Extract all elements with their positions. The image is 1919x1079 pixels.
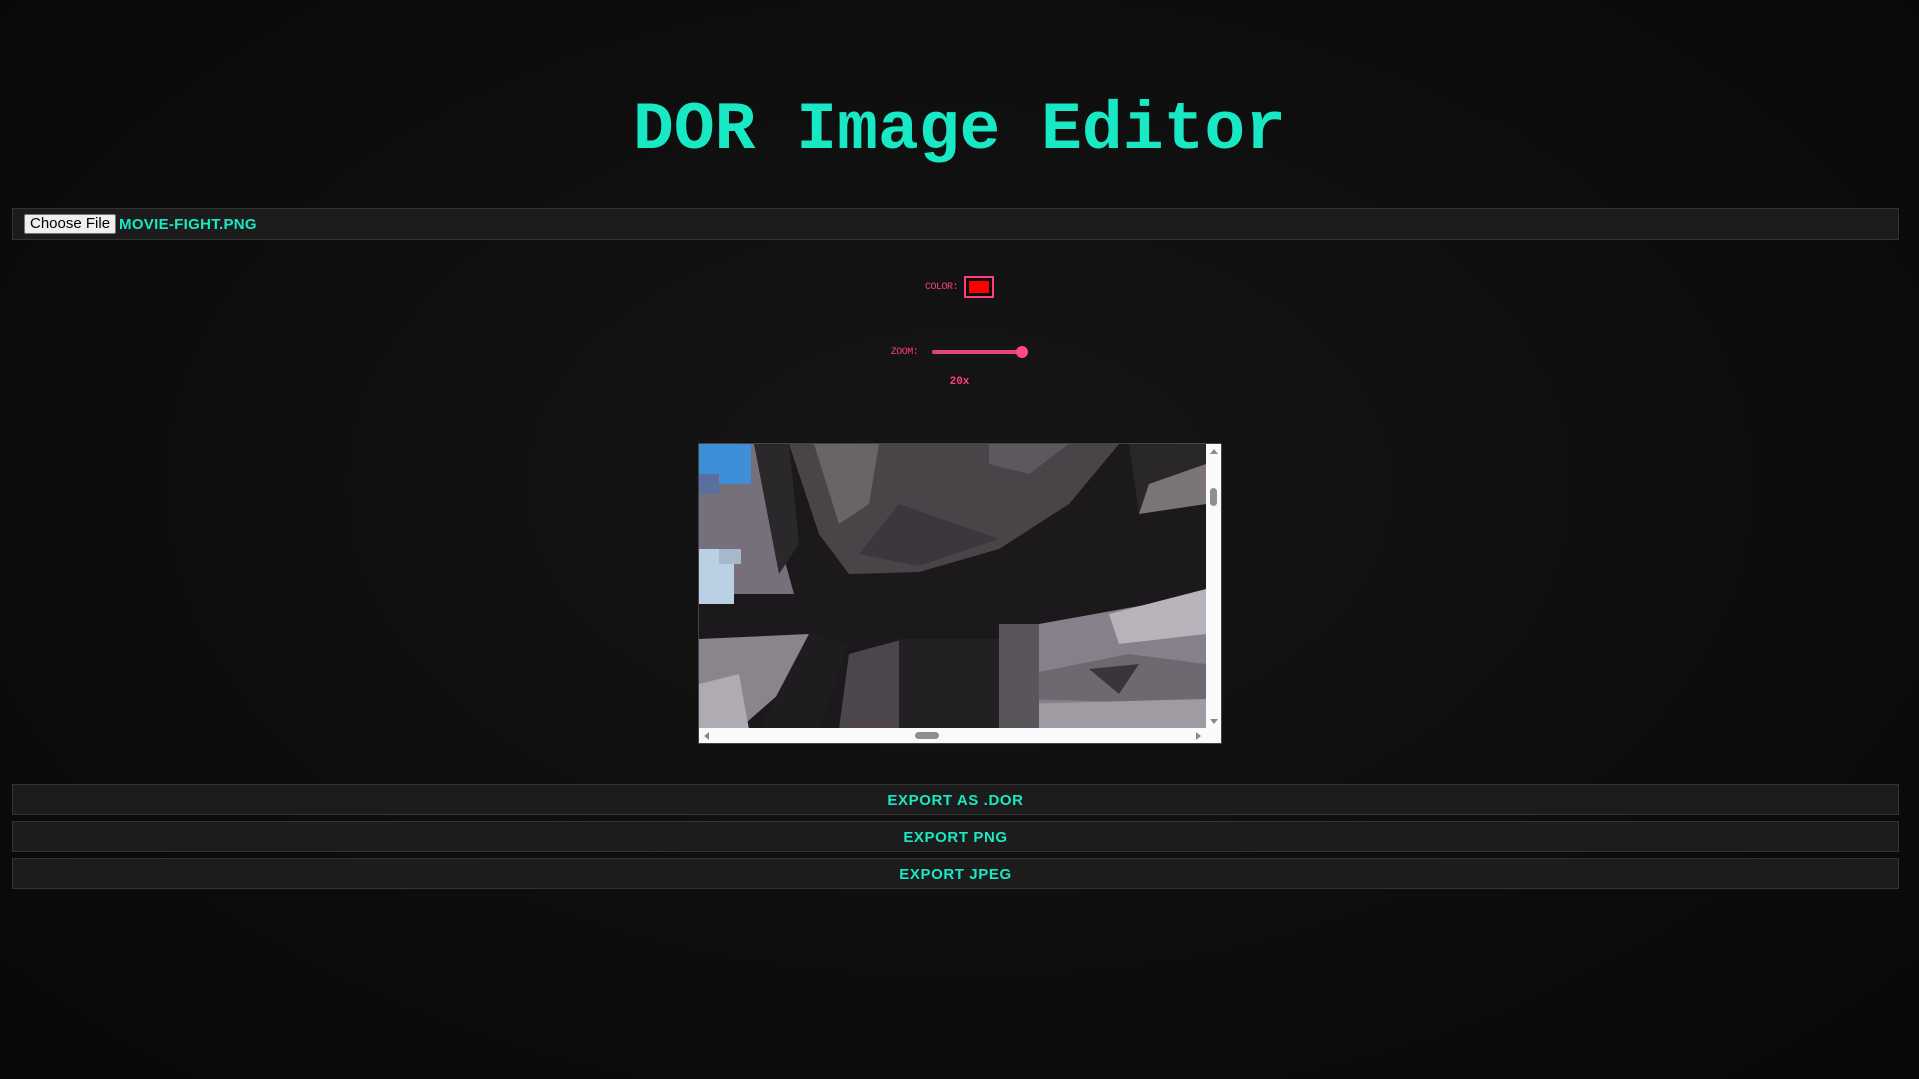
color-control: COLOR: [0,276,1919,298]
export-jpeg-button[interactable]: EXPORT JPEG [12,858,1899,889]
export-dor-button[interactable]: EXPORT AS .DOR [12,784,1899,815]
color-label: COLOR: [924,281,959,293]
scrollbar-corner [1206,728,1221,743]
zoom-control: ZOOM: [0,346,1919,358]
zoom-label: ZOOM: [890,346,919,358]
zoom-value: 20x [949,376,970,388]
zoom-slider-track [932,350,1023,354]
vertical-scrollbar[interactable] [1206,444,1221,729]
export-png-button[interactable]: EXPORT PNG [12,821,1899,852]
scroll-left-icon[interactable] [704,732,709,740]
pixel-canvas[interactable] [699,444,1206,729]
vertical-scroll-thumb[interactable] [1210,488,1217,506]
page-title: DOR Image Editor [633,92,1286,169]
selected-file-name: MOVIE-FIGHT.PNG [119,215,257,233]
color-swatch-fill [969,281,989,293]
color-picker-input[interactable] [964,276,994,298]
file-input-bar: Choose File MOVIE-FIGHT.PNG [12,208,1899,240]
pixel-image [699,444,1206,729]
scroll-down-icon[interactable] [1210,719,1218,724]
image-canvas-container [698,443,1222,744]
horizontal-scrollbar[interactable] [699,728,1206,743]
horizontal-scroll-thumb[interactable] [915,732,939,739]
zoom-slider[interactable] [932,346,1029,358]
choose-file-button[interactable]: Choose File [24,214,117,234]
scroll-up-icon[interactable] [1210,449,1218,454]
scroll-right-icon[interactable] [1196,732,1201,740]
zoom-slider-thumb[interactable] [1016,346,1029,358]
